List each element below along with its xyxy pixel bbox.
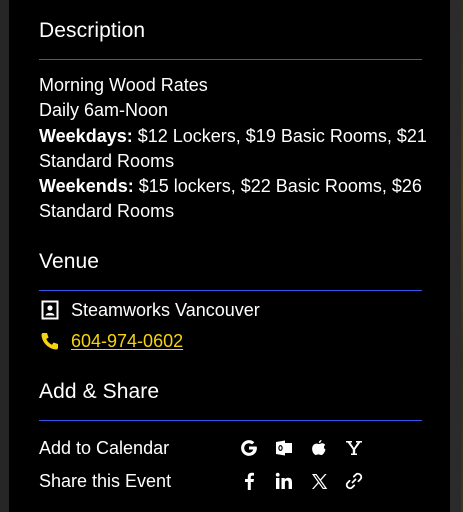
share-heading: Add & Share — [39, 380, 160, 403]
venue-phone-row: 604-974-0602 — [39, 329, 183, 353]
address-book-icon — [39, 299, 61, 321]
weekends-label: Weekends: — [39, 176, 134, 197]
yahoo-icon[interactable] — [341, 436, 367, 460]
weekends-rates: Weekends: $15 lockers, $22 Basic Rooms, … — [39, 174, 429, 225]
venue-heading: Venue — [39, 250, 100, 273]
add-to-calendar-label: Add to Calendar — [39, 437, 170, 458]
description-heading: Description — [39, 19, 146, 42]
description-line-2: Daily 6am-Noon — [39, 100, 169, 121]
description-divider — [39, 59, 422, 60]
apple-icon[interactable] — [306, 436, 332, 460]
link-icon[interactable] — [341, 469, 367, 493]
phone-icon — [39, 330, 61, 352]
share-icons — [236, 469, 376, 493]
venue-divider — [39, 290, 422, 291]
add-to-calendar-row: Add to Calendar — [39, 436, 376, 460]
facebook-icon[interactable] — [236, 469, 262, 493]
share-event-row: Share this Event — [39, 469, 376, 493]
left-backdrop — [0, 0, 9, 512]
calendar-icons — [236, 436, 376, 460]
linkedin-icon[interactable] — [271, 469, 297, 493]
event-details-panel: Description Morning Wood Rates Daily 6am… — [9, 0, 450, 512]
right-backdrop — [450, 0, 463, 512]
venue-phone-link[interactable]: 604-974-0602 — [71, 331, 183, 352]
venue-name-row: Steamworks Vancouver — [39, 298, 260, 322]
share-event-label: Share this Event — [39, 470, 172, 491]
venue-name: Steamworks Vancouver — [71, 299, 260, 320]
outlook-icon[interactable] — [271, 436, 297, 460]
description-body: Morning Wood Rates Daily 6am-Noon Weekda… — [39, 73, 429, 225]
x-icon[interactable] — [306, 469, 332, 493]
google-icon[interactable] — [236, 436, 262, 460]
share-divider — [39, 420, 422, 421]
weekdays-rates: Weekdays: $12 Lockers, $19 Basic Rooms, … — [39, 124, 429, 175]
description-line-1: Morning Wood Rates — [39, 75, 208, 95]
weekdays-label: Weekdays: — [39, 125, 133, 146]
